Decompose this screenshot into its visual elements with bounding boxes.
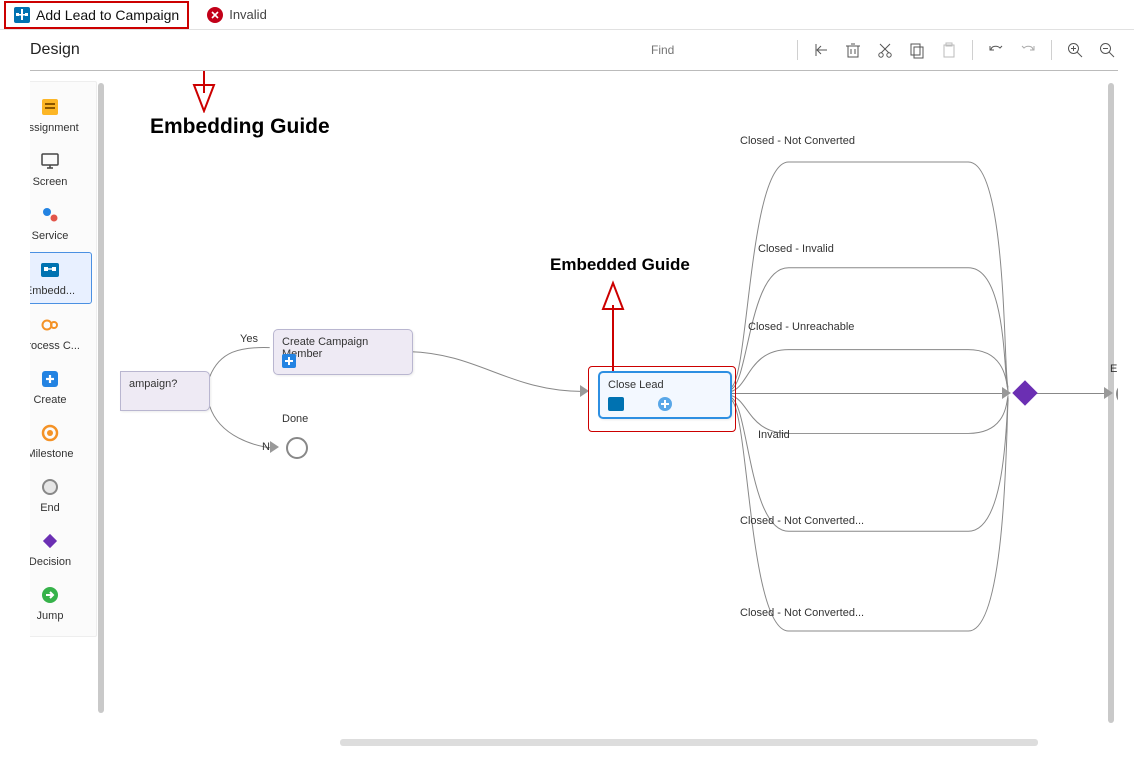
- canvas-horizontal-scrollbar[interactable]: [340, 739, 1038, 746]
- palette-label: Service: [32, 230, 69, 242]
- edge-label-done: Done: [282, 413, 308, 425]
- zoom-in-button[interactable]: [1064, 39, 1086, 61]
- arrowhead-icon: [1104, 387, 1113, 399]
- palette-assignment[interactable]: Assignment: [30, 88, 96, 142]
- end-node-done[interactable]: [286, 437, 308, 459]
- invalid-indicator[interactable]: Invalid: [207, 7, 267, 23]
- node-close-lead-embedded[interactable]: Close Lead: [598, 371, 732, 419]
- embedded-icon: [608, 397, 624, 411]
- copy-button[interactable]: [906, 39, 928, 61]
- toolbar-separator: [972, 40, 973, 60]
- decision-icon: [39, 530, 61, 552]
- palette-label: Create: [33, 394, 66, 406]
- milestone-icon: [39, 422, 61, 444]
- node-create-campaign-member[interactable]: Create Campaign Member: [273, 329, 413, 375]
- palette-label: Assignment: [30, 122, 79, 134]
- palette-label: End: [40, 502, 60, 514]
- palette-label: Screen: [33, 176, 68, 188]
- palette-create[interactable]: Create: [30, 360, 96, 414]
- plus-icon: [282, 354, 296, 368]
- edge-label-invalid: Invalid: [758, 429, 790, 441]
- workspace: Assignment Screen Service Embedd... Proc…: [30, 70, 1118, 758]
- cut-button[interactable]: [874, 39, 896, 61]
- embedded-icon: [39, 259, 61, 281]
- redo-button[interactable]: [1017, 39, 1039, 61]
- node-label: Close Lead: [608, 379, 722, 391]
- palette-label: Process C...: [30, 340, 80, 352]
- end-icon: [39, 476, 61, 498]
- paste-button[interactable]: [938, 39, 960, 61]
- invalid-label: Invalid: [229, 7, 267, 22]
- edge-label-closed-invalid: Closed - Invalid: [758, 243, 834, 255]
- zoom-out-button[interactable]: [1096, 39, 1118, 61]
- error-icon: [207, 7, 223, 23]
- top-bar: Add Lead to Campaign Invalid: [0, 0, 1134, 30]
- screen-icon: [39, 150, 61, 172]
- palette-service[interactable]: Service: [30, 196, 96, 250]
- design-title: Design: [30, 41, 80, 59]
- edge-label-end: End: [1110, 363, 1118, 375]
- palette-panel: Assignment Screen Service Embedd... Proc…: [30, 81, 97, 637]
- palette-scrollbar[interactable]: [98, 83, 104, 713]
- edge-label-closed-not-converted-mid: Closed - Not Converted...: [740, 515, 820, 527]
- edge-label-closed-not-converted-bot: Closed - Not Converted...: [740, 607, 820, 619]
- flow-icon: [14, 7, 30, 23]
- flow-canvas[interactable]: Embedding Guide Embedded Guide: [110, 71, 1118, 732]
- palette-label: Milestone: [30, 448, 74, 460]
- palette-process-call[interactable]: Process C...: [30, 306, 96, 360]
- palette-end[interactable]: End: [30, 468, 96, 522]
- toolbar: [645, 39, 1118, 61]
- palette-label: Decision: [30, 556, 71, 568]
- delete-button[interactable]: [842, 39, 864, 61]
- add-icon[interactable]: [658, 397, 672, 411]
- palette-embedded[interactable]: Embedd...: [30, 252, 92, 304]
- process-call-icon: [39, 314, 61, 336]
- palette-label: Embedd...: [30, 285, 75, 297]
- toolbar-separator: [797, 40, 798, 60]
- tab-title: Add Lead to Campaign: [36, 7, 179, 23]
- design-toolbar: Design: [0, 30, 1134, 70]
- assignment-icon: [39, 96, 61, 118]
- palette-screen[interactable]: Screen: [30, 142, 96, 196]
- go-start-button[interactable]: [810, 39, 832, 61]
- node-label: Create Campaign Member: [282, 336, 404, 360]
- jump-icon: [39, 584, 61, 606]
- palette-label: Jump: [37, 610, 64, 622]
- palette-milestone[interactable]: Milestone: [30, 414, 96, 468]
- edge-label-yes: Yes: [240, 333, 258, 345]
- toolbar-separator: [1051, 40, 1052, 60]
- service-icon: [39, 204, 61, 226]
- node-label: ampaign?: [129, 378, 201, 390]
- undo-button[interactable]: [985, 39, 1007, 61]
- palette-decision[interactable]: Decision: [30, 522, 96, 576]
- create-icon: [39, 368, 61, 390]
- tab-add-lead[interactable]: Add Lead to Campaign: [4, 1, 189, 29]
- node-is-in-campaign[interactable]: ampaign?: [120, 371, 210, 411]
- palette-jump[interactable]: Jump: [30, 576, 96, 630]
- edge-label-closed-not-converted: Closed - Not Converted: [740, 135, 820, 147]
- arrowhead-icon: [270, 441, 279, 453]
- edge-label-closed-unreachable: Closed - Unreachable: [748, 321, 828, 333]
- arrowhead-icon: [1002, 387, 1011, 399]
- find-input[interactable]: [645, 39, 785, 61]
